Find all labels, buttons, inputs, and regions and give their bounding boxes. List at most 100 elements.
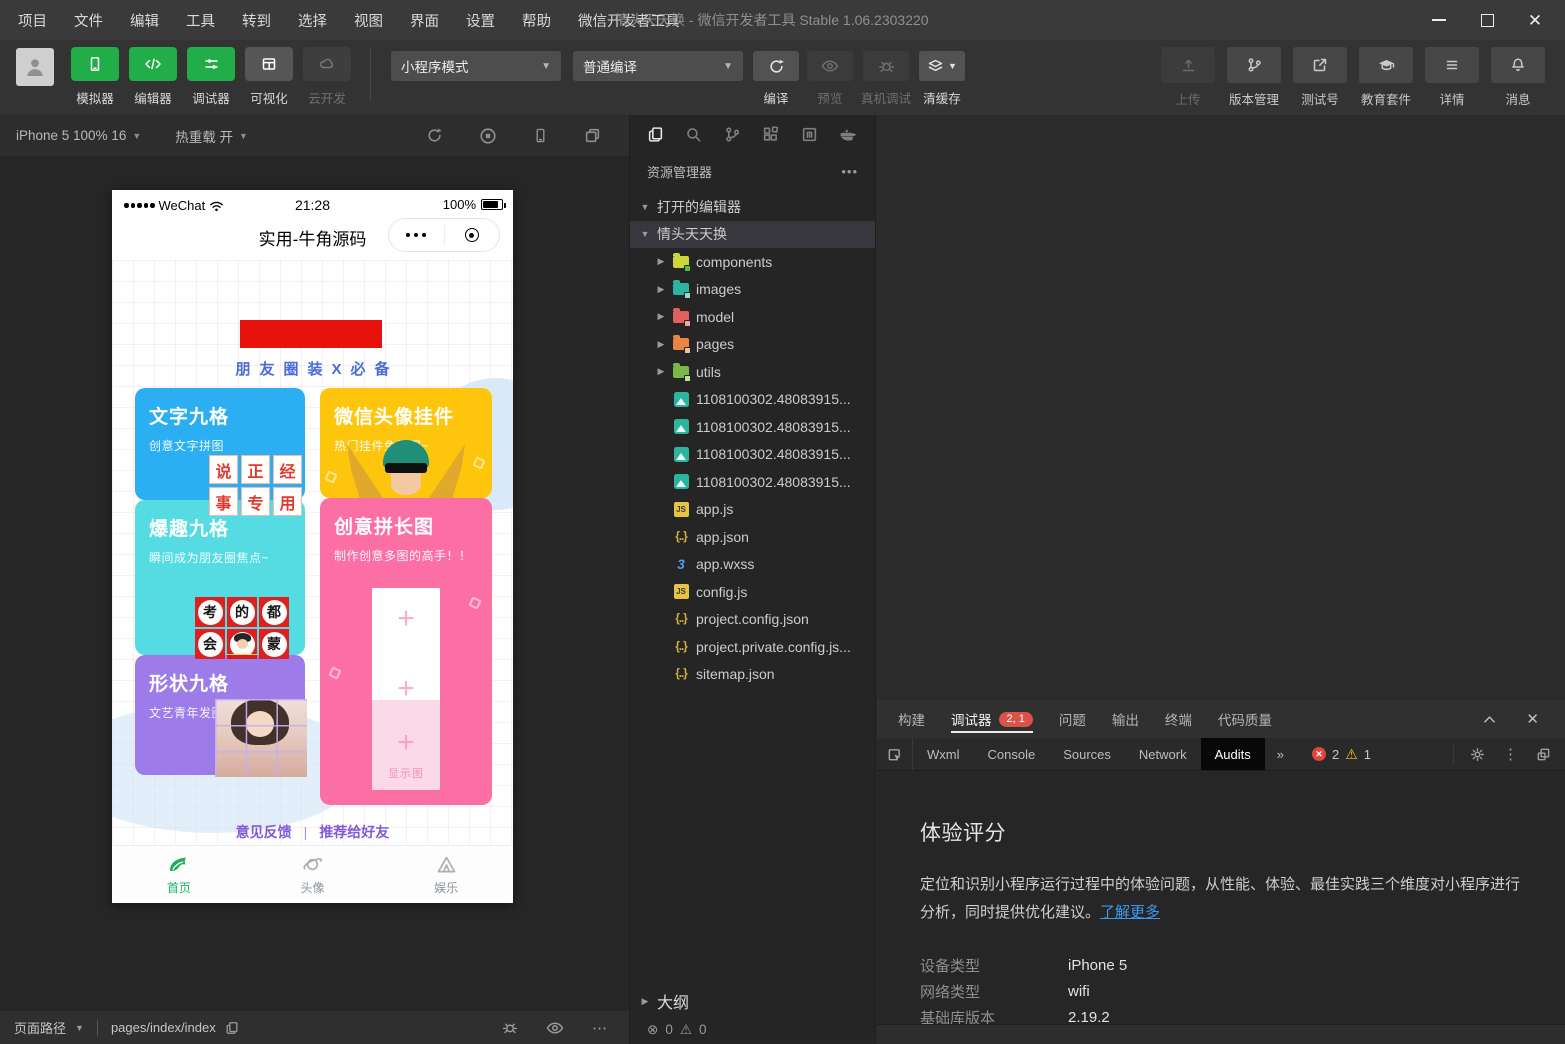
- problems-counter[interactable]: ⊗0 ⚠0: [630, 1015, 875, 1044]
- devtools-settings-button[interactable]: [1470, 747, 1485, 762]
- record-stop-button[interactable]: [479, 127, 497, 145]
- card-long-image[interactable]: 创意拼长图 制作创意多图的高手！！ + + + 显示图: [320, 498, 492, 805]
- menu-edit[interactable]: 编辑: [130, 10, 159, 31]
- recommend-link[interactable]: 推荐给好友: [319, 824, 389, 840]
- multi-window-button[interactable]: [584, 127, 601, 145]
- more-actions-button[interactable]: ⋯: [592, 1019, 609, 1037]
- card-shape-nine-grid[interactable]: 形状九格 文艺青年发图专属: [135, 655, 305, 775]
- search-view-button[interactable]: [685, 126, 702, 143]
- outline-section[interactable]: ▶大纲: [630, 988, 875, 1016]
- card-fun-nine-grid[interactable]: 爆趣九格 瞬间成为朋友圈焦点~ 考 的 都 会 蒙: [135, 500, 305, 655]
- devtab-sources[interactable]: Sources: [1049, 738, 1125, 770]
- clear-cache-button[interactable]: ▼ 清缓存: [919, 47, 965, 107]
- menu-help[interactable]: 帮助: [522, 10, 551, 31]
- tree-file-image[interactable]: 1108100302.48083915...: [630, 441, 875, 469]
- card-avatar-pendant[interactable]: 微信头像挂件 热门挂件免费用~: [320, 388, 492, 498]
- editor-button[interactable]: 编辑器: [129, 47, 177, 107]
- extensions-view-button[interactable]: [762, 126, 779, 143]
- devtab-wxml[interactable]: Wxml: [913, 738, 974, 770]
- simulator-button[interactable]: 模拟器: [71, 47, 119, 107]
- vconsole-button[interactable]: [502, 1020, 518, 1035]
- tree-folder-images[interactable]: ▶images: [630, 276, 875, 304]
- menu-tools[interactable]: 工具: [186, 10, 215, 31]
- tree-file-app-js[interactable]: JSapp.js: [630, 496, 875, 524]
- tree-file-image[interactable]: 1108100302.48083915...: [630, 468, 875, 496]
- tab-problems[interactable]: 问题: [1046, 700, 1099, 738]
- tab-build[interactable]: 构建: [885, 700, 938, 738]
- close-button[interactable]: ✕: [1511, 0, 1559, 40]
- console-counts[interactable]: ✕2 ⚠1: [1312, 746, 1371, 763]
- close-panel-button[interactable]: ✕: [1526, 710, 1539, 728]
- inspect-element-button[interactable]: [877, 738, 913, 770]
- feedback-link[interactable]: 意见反馈: [236, 824, 292, 840]
- user-avatar[interactable]: [16, 48, 54, 86]
- messages-button[interactable]: 消息: [1491, 47, 1545, 108]
- version-control-button[interactable]: 版本管理: [1227, 47, 1281, 108]
- minimize-button[interactable]: [1415, 0, 1463, 40]
- tree-folder-utils[interactable]: ▶utils: [630, 358, 875, 386]
- copy-path-button[interactable]: [225, 1021, 239, 1035]
- maximize-button[interactable]: [1463, 0, 1511, 40]
- npm-view-button[interactable]: [801, 126, 818, 143]
- close-miniapp-button[interactable]: [445, 228, 500, 242]
- details-button[interactable]: 详情: [1425, 47, 1479, 108]
- card-text-nine-grid[interactable]: 文字九格 创意文字拼图 说 正 经 事 专 用: [135, 388, 305, 500]
- more-options-button[interactable]: [389, 233, 444, 237]
- menu-project[interactable]: 项目: [18, 10, 47, 31]
- docker-view-button[interactable]: [839, 126, 858, 143]
- tab-code-quality[interactable]: 代码质量: [1205, 700, 1285, 738]
- visibility-button[interactable]: [546, 1021, 564, 1035]
- tree-folder-model[interactable]: ▶model: [630, 303, 875, 331]
- tree-folder-pages[interactable]: ▶pages: [630, 331, 875, 359]
- git-view-button[interactable]: [724, 126, 741, 143]
- panel-scrollbar[interactable]: [877, 1024, 1565, 1044]
- compile-mode-select[interactable]: 普通编译 ▼: [573, 51, 743, 81]
- tab-avatar[interactable]: 头像: [246, 846, 380, 903]
- compile-button[interactable]: 编译: [753, 47, 799, 107]
- visualize-button[interactable]: 可视化: [245, 47, 293, 107]
- undock-button[interactable]: [1536, 747, 1551, 762]
- menu-goto[interactable]: 转到: [242, 10, 271, 31]
- device-frame-button[interactable]: [533, 127, 548, 145]
- tree-file-sitemap-json[interactable]: {..}sitemap.json: [630, 661, 875, 689]
- top-banner[interactable]: [240, 320, 382, 348]
- learn-more-link[interactable]: 了解更多: [1100, 904, 1160, 921]
- devtab-audits[interactable]: Audits: [1201, 738, 1265, 770]
- education-kit-button[interactable]: 教育套件: [1359, 47, 1413, 108]
- tree-file-config-js[interactable]: JSconfig.js: [630, 578, 875, 606]
- tab-debugger[interactable]: 调试器2, 1: [938, 700, 1046, 738]
- tab-output[interactable]: 输出: [1099, 700, 1152, 738]
- page-path-dropdown[interactable]: 页面路径: [14, 1018, 66, 1037]
- more-tabs-button[interactable]: »: [1265, 747, 1296, 762]
- menu-view[interactable]: 视图: [354, 10, 383, 31]
- files-view-button[interactable]: [647, 126, 664, 143]
- tab-fun[interactable]: 娱乐: [379, 846, 513, 903]
- restart-button[interactable]: [426, 127, 443, 145]
- test-account-button[interactable]: 测试号: [1293, 47, 1347, 108]
- devtools-menu-button[interactable]: ⋮: [1503, 745, 1518, 763]
- mode-select[interactable]: 小程序模式 ▼: [391, 51, 561, 81]
- hot-reload-toggle[interactable]: 热重载 开 ▼: [175, 126, 248, 146]
- tree-file-app-wxss[interactable]: 3app.wxss: [630, 551, 875, 579]
- menu-settings[interactable]: 设置: [466, 10, 495, 31]
- menu-interface[interactable]: 界面: [410, 10, 439, 31]
- device-select[interactable]: iPhone 5 100% 16 ▼: [16, 128, 141, 143]
- tree-section-open-editors[interactable]: ▼打开的编辑器: [630, 193, 875, 221]
- menu-select[interactable]: 选择: [298, 10, 327, 31]
- explorer-more-button[interactable]: •••: [841, 164, 858, 179]
- editor-empty-area[interactable]: [877, 115, 1565, 700]
- menu-file[interactable]: 文件: [74, 10, 103, 31]
- tree-file-project-config[interactable]: {..}project.config.json: [630, 606, 875, 634]
- tree-folder-components[interactable]: ▶components: [630, 248, 875, 276]
- devtab-console[interactable]: Console: [974, 738, 1050, 770]
- tab-home[interactable]: 首页: [112, 846, 246, 903]
- devtab-network[interactable]: Network: [1125, 738, 1201, 770]
- tree-file-image[interactable]: 1108100302.48083915...: [630, 386, 875, 414]
- tree-file-image[interactable]: 1108100302.48083915...: [630, 413, 875, 441]
- tree-file-project-private-config[interactable]: {..}project.private.config.js...: [630, 633, 875, 661]
- debugger-button[interactable]: 调试器: [187, 47, 235, 107]
- collapse-panel-button[interactable]: [1483, 715, 1496, 724]
- tree-file-app-json[interactable]: {..}app.json: [630, 523, 875, 551]
- tab-terminal[interactable]: 终端: [1152, 700, 1205, 738]
- tree-section-project-root[interactable]: ▼情头天天换: [630, 221, 875, 249]
